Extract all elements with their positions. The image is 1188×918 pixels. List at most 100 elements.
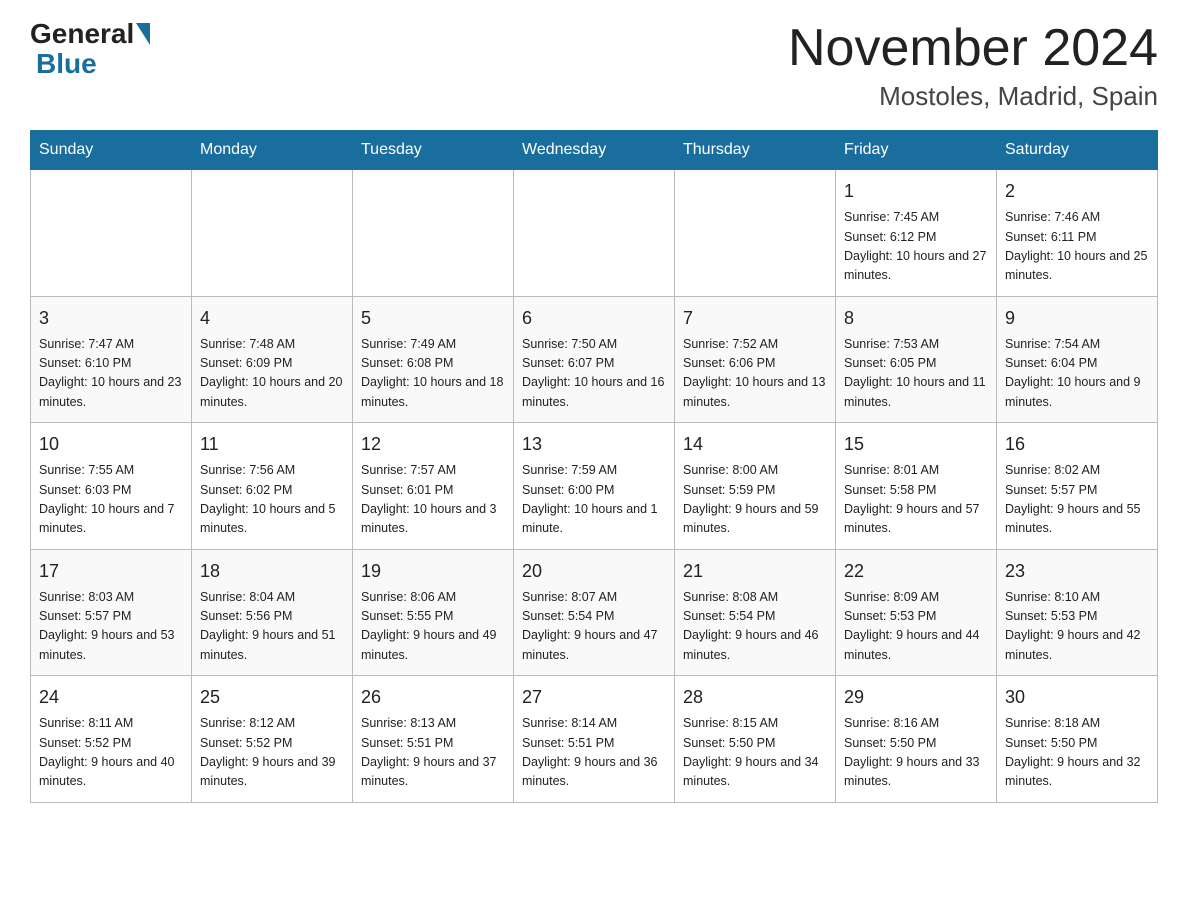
day-number: 11 bbox=[200, 431, 344, 458]
day-number: 30 bbox=[1005, 684, 1149, 711]
calendar-cell: 8 Sunrise: 7:53 AM Sunset: 6:05 PM Daylig… bbox=[836, 296, 997, 423]
day-number: 23 bbox=[1005, 558, 1149, 585]
day-info: Sunrise: 7:56 AM Sunset: 6:02 PM Dayligh… bbox=[200, 461, 344, 539]
calendar-cell: 14 Sunrise: 8:00 AM Sunset: 5:59 PM Dayli… bbox=[675, 423, 836, 550]
day-number: 6 bbox=[522, 305, 666, 332]
calendar-cell: 20 Sunrise: 8:07 AM Sunset: 5:54 PM Dayli… bbox=[514, 549, 675, 676]
day-info: Sunrise: 8:16 AM Sunset: 5:50 PM Dayligh… bbox=[844, 714, 988, 792]
day-number: 5 bbox=[361, 305, 505, 332]
day-number: 28 bbox=[683, 684, 827, 711]
day-info: Sunrise: 8:09 AM Sunset: 5:53 PM Dayligh… bbox=[844, 588, 988, 666]
calendar-table: SundayMondayTuesdayWednesdayThursdayFrid… bbox=[30, 130, 1158, 803]
calendar-cell: 21Sunrise: 8:08 AM Sunset: 5:54 PM Dayli… bbox=[675, 549, 836, 676]
day-info: Sunrise: 8:06 AM Sunset: 5:55 PM Dayligh… bbox=[361, 588, 505, 666]
day-number: 8 bbox=[844, 305, 988, 332]
calendar-cell bbox=[31, 170, 192, 297]
day-number: 15 bbox=[844, 431, 988, 458]
calendar-cell: 16Sunrise: 8:02 AM Sunset: 5:57 PM Dayli… bbox=[997, 423, 1158, 550]
day-number: 22 bbox=[844, 558, 988, 585]
day-info: Sunrise: 7:45 AM Sunset: 6:12 PM Dayligh… bbox=[844, 208, 988, 286]
calendar-cell: 24 Sunrise: 8:11 AM Sunset: 5:52 PM Dayli… bbox=[31, 676, 192, 803]
day-number: 2 bbox=[1005, 178, 1149, 205]
day-header-wednesday: Wednesday bbox=[514, 131, 675, 170]
day-number: 10 bbox=[39, 431, 183, 458]
title-area: November 2024 Mostoles, Madrid, Spain bbox=[788, 20, 1158, 112]
location-subtitle: Mostoles, Madrid, Spain bbox=[788, 81, 1158, 112]
day-info: Sunrise: 8:07 AM Sunset: 5:54 PM Dayligh… bbox=[522, 588, 666, 666]
logo-area: General Blue bbox=[30, 20, 150, 80]
day-header-sunday: Sunday bbox=[31, 131, 192, 170]
day-info: Sunrise: 7:57 AM Sunset: 6:01 PM Dayligh… bbox=[361, 461, 505, 539]
calendar-cell: 2 Sunrise: 7:46 AM Sunset: 6:11 PM Daylig… bbox=[997, 170, 1158, 297]
day-number: 25 bbox=[200, 684, 344, 711]
day-info: Sunrise: 7:50 AM Sunset: 6:07 PM Dayligh… bbox=[522, 335, 666, 413]
calendar-cell: 13 Sunrise: 7:59 AM Sunset: 6:00 PM Dayli… bbox=[514, 423, 675, 550]
day-number: 17 bbox=[39, 558, 183, 585]
day-info: Sunrise: 8:18 AM Sunset: 5:50 PM Dayligh… bbox=[1005, 714, 1149, 792]
day-info: Sunrise: 7:47 AM Sunset: 6:10 PM Dayligh… bbox=[39, 335, 183, 413]
calendar-week-row: 3 Sunrise: 7:47 AM Sunset: 6:10 PM Daylig… bbox=[31, 296, 1158, 423]
day-info: Sunrise: 8:13 AM Sunset: 5:51 PM Dayligh… bbox=[361, 714, 505, 792]
day-info: Sunrise: 7:46 AM Sunset: 6:11 PM Dayligh… bbox=[1005, 208, 1149, 286]
calendar-cell: 28Sunrise: 8:15 AM Sunset: 5:50 PM Dayli… bbox=[675, 676, 836, 803]
day-number: 29 bbox=[844, 684, 988, 711]
day-number: 20 bbox=[522, 558, 666, 585]
calendar-cell: 15 Sunrise: 8:01 AM Sunset: 5:58 PM Dayli… bbox=[836, 423, 997, 550]
day-info: Sunrise: 8:04 AM Sunset: 5:56 PM Dayligh… bbox=[200, 588, 344, 666]
calendar-week-row: 1 Sunrise: 7:45 AM Sunset: 6:12 PM Daylig… bbox=[31, 170, 1158, 297]
logo-blue-text: Blue bbox=[36, 48, 97, 79]
calendar-cell: 18 Sunrise: 8:04 AM Sunset: 5:56 PM Dayli… bbox=[192, 549, 353, 676]
header: General Blue November 2024 Mostoles, Mad… bbox=[30, 20, 1158, 112]
day-header-tuesday: Tuesday bbox=[353, 131, 514, 170]
day-info: Sunrise: 7:55 AM Sunset: 6:03 PM Dayligh… bbox=[39, 461, 183, 539]
day-number: 7 bbox=[683, 305, 827, 332]
calendar-cell: 10 Sunrise: 7:55 AM Sunset: 6:03 PM Dayli… bbox=[31, 423, 192, 550]
day-info: Sunrise: 7:53 AM Sunset: 6:05 PM Dayligh… bbox=[844, 335, 988, 413]
calendar-cell: 7 Sunrise: 7:52 AM Sunset: 6:06 PM Daylig… bbox=[675, 296, 836, 423]
calendar-cell: 12 Sunrise: 7:57 AM Sunset: 6:01 PM Dayli… bbox=[353, 423, 514, 550]
day-number: 18 bbox=[200, 558, 344, 585]
day-info: Sunrise: 8:10 AM Sunset: 5:53 PM Dayligh… bbox=[1005, 588, 1149, 666]
day-number: 27 bbox=[522, 684, 666, 711]
logo: General bbox=[30, 20, 150, 48]
day-info: Sunrise: 7:52 AM Sunset: 6:06 PM Dayligh… bbox=[683, 335, 827, 413]
calendar-week-row: 10 Sunrise: 7:55 AM Sunset: 6:03 PM Dayli… bbox=[31, 423, 1158, 550]
day-number: 1 bbox=[844, 178, 988, 205]
day-info: Sunrise: 7:48 AM Sunset: 6:09 PM Dayligh… bbox=[200, 335, 344, 413]
day-number: 21 bbox=[683, 558, 827, 585]
day-number: 3 bbox=[39, 305, 183, 332]
day-number: 24 bbox=[39, 684, 183, 711]
calendar-cell: 1 Sunrise: 7:45 AM Sunset: 6:12 PM Daylig… bbox=[836, 170, 997, 297]
day-header-thursday: Thursday bbox=[675, 131, 836, 170]
day-info: Sunrise: 7:59 AM Sunset: 6:00 PM Dayligh… bbox=[522, 461, 666, 539]
day-number: 13 bbox=[522, 431, 666, 458]
calendar-cell: 6 Sunrise: 7:50 AM Sunset: 6:07 PM Daylig… bbox=[514, 296, 675, 423]
day-info: Sunrise: 8:11 AM Sunset: 5:52 PM Dayligh… bbox=[39, 714, 183, 792]
calendar-cell: 23 Sunrise: 8:10 AM Sunset: 5:53 PM Dayli… bbox=[997, 549, 1158, 676]
day-info: Sunrise: 7:54 AM Sunset: 6:04 PM Dayligh… bbox=[1005, 335, 1149, 413]
calendar-cell: 22 Sunrise: 8:09 AM Sunset: 5:53 PM Dayli… bbox=[836, 549, 997, 676]
calendar-cell: 11 Sunrise: 7:56 AM Sunset: 6:02 PM Dayli… bbox=[192, 423, 353, 550]
calendar-cell bbox=[192, 170, 353, 297]
month-year-title: November 2024 bbox=[788, 20, 1158, 77]
calendar-cell: 9 Sunrise: 7:54 AM Sunset: 6:04 PM Daylig… bbox=[997, 296, 1158, 423]
day-info: Sunrise: 8:00 AM Sunset: 5:59 PM Dayligh… bbox=[683, 461, 827, 539]
day-number: 12 bbox=[361, 431, 505, 458]
calendar-cell bbox=[675, 170, 836, 297]
day-number: 9 bbox=[1005, 305, 1149, 332]
calendar-cell bbox=[353, 170, 514, 297]
calendar-cell: 29 Sunrise: 8:16 AM Sunset: 5:50 PM Dayli… bbox=[836, 676, 997, 803]
day-info: Sunrise: 8:01 AM Sunset: 5:58 PM Dayligh… bbox=[844, 461, 988, 539]
day-number: 14 bbox=[683, 431, 827, 458]
calendar-cell: 19Sunrise: 8:06 AM Sunset: 5:55 PM Dayli… bbox=[353, 549, 514, 676]
calendar-header-row: SundayMondayTuesdayWednesdayThursdayFrid… bbox=[31, 131, 1158, 170]
day-header-saturday: Saturday bbox=[997, 131, 1158, 170]
day-header-friday: Friday bbox=[836, 131, 997, 170]
logo-general-text: General bbox=[30, 20, 134, 48]
calendar-cell: 5 Sunrise: 7:49 AM Sunset: 6:08 PM Daylig… bbox=[353, 296, 514, 423]
calendar-cell: 27 Sunrise: 8:14 AM Sunset: 5:51 PM Dayli… bbox=[514, 676, 675, 803]
day-info: Sunrise: 7:49 AM Sunset: 6:08 PM Dayligh… bbox=[361, 335, 505, 413]
day-info: Sunrise: 8:14 AM Sunset: 5:51 PM Dayligh… bbox=[522, 714, 666, 792]
logo-triangle-icon bbox=[136, 23, 150, 45]
day-number: 4 bbox=[200, 305, 344, 332]
